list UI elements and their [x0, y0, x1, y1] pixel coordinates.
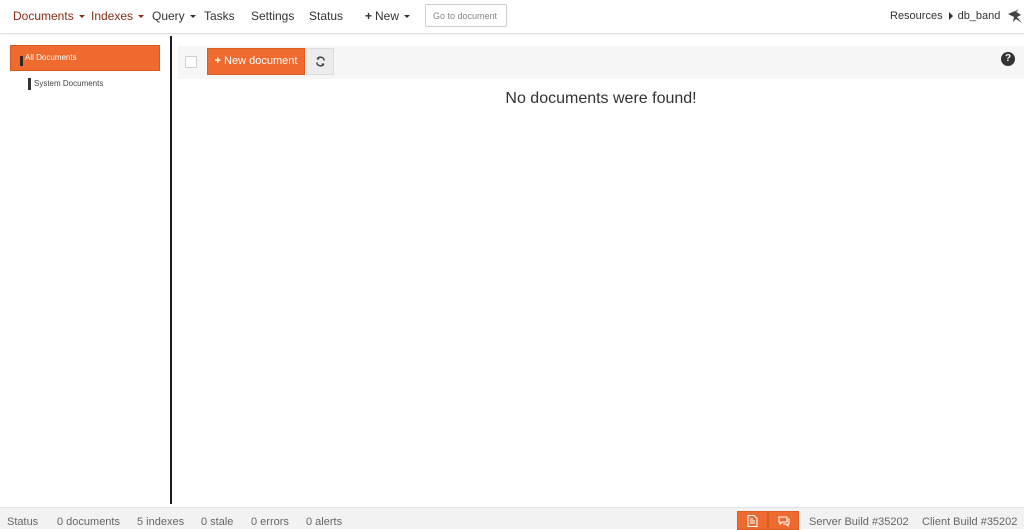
nav-documents[interactable]: Documents: [13, 0, 85, 33]
footer-errors-count[interactable]: 0 errors: [251, 516, 289, 528]
footer-indexes-count[interactable]: 5 indexes: [137, 516, 184, 528]
database-name[interactable]: db_band: [958, 10, 1001, 22]
caret-right-icon: [948, 12, 953, 21]
collections-sidebar: All Documents System Documents: [0, 36, 172, 504]
nav-new-label: New: [375, 9, 400, 23]
collection-system-documents[interactable]: System Documents: [28, 77, 103, 91]
nav-query[interactable]: Query: [152, 0, 196, 33]
goto-document-input[interactable]: [425, 4, 507, 27]
client-build-label: Client Build #35202: [922, 516, 1018, 528]
footer-status-label: Status: [7, 516, 39, 528]
raven-logo-icon[interactable]: [1006, 8, 1024, 26]
nav-settings[interactable]: Settings: [251, 0, 294, 33]
collection-system-documents-label: System Documents: [34, 79, 104, 88]
nav-tasks[interactable]: Tasks: [204, 0, 235, 33]
server-build-label: Server Build #35202: [809, 516, 909, 528]
refresh-icon: [316, 56, 325, 67]
caret-down-icon: [189, 15, 196, 19]
nav-status-label: Status: [309, 9, 344, 23]
nav-tasks-label: Tasks: [204, 9, 235, 23]
footer-alerts-count[interactable]: 0 alerts: [306, 516, 342, 528]
nav-settings-label: Settings: [251, 9, 295, 23]
new-document-button[interactable]: + New document: [207, 48, 305, 75]
caret-down-icon: [78, 15, 85, 19]
collection-color-marker: [20, 56, 23, 66]
nav-indexes-label: Indexes: [91, 9, 134, 23]
empty-results-message: No documents were found!: [505, 90, 697, 107]
collection-all-documents-label: All Documents: [25, 53, 77, 62]
footer-stale-count[interactable]: 0 stale: [201, 516, 233, 528]
logs-button[interactable]: [737, 511, 768, 530]
documents-toolbar: + New document ?: [178, 46, 1024, 79]
new-document-label: New document: [224, 55, 298, 67]
nav-documents-label: Documents: [13, 9, 74, 23]
refresh-button[interactable]: [306, 48, 334, 75]
nav-query-label: Query: [152, 9, 185, 23]
nav-new[interactable]: + New: [365, 0, 411, 33]
chat-button[interactable]: [768, 511, 799, 530]
nav-indexes[interactable]: Indexes: [91, 0, 145, 33]
document-icon: [747, 515, 758, 527]
resources-link[interactable]: Resources: [890, 10, 943, 22]
plus-icon: +: [214, 55, 222, 67]
nav-status[interactable]: Status: [309, 0, 343, 33]
select-all-checkbox[interactable]: [185, 56, 197, 68]
plus-icon: +: [365, 9, 373, 23]
caret-down-icon: [404, 15, 411, 19]
caret-down-icon: [138, 15, 145, 19]
footer-documents-count[interactable]: 0 documents: [57, 516, 120, 528]
collection-all-documents[interactable]: All Documents: [10, 45, 160, 71]
collection-color-marker: [28, 78, 31, 90]
resources-breadcrumb: Resources db_band: [890, 0, 1000, 33]
status-footer: Status 0 documents 5 indexes 0 stale 0 e…: [0, 507, 1024, 530]
top-navbar: Documents Indexes Query Tasks Settings S…: [0, 0, 1024, 34]
help-icon[interactable]: ?: [1001, 52, 1015, 66]
chat-icon: [778, 516, 790, 527]
